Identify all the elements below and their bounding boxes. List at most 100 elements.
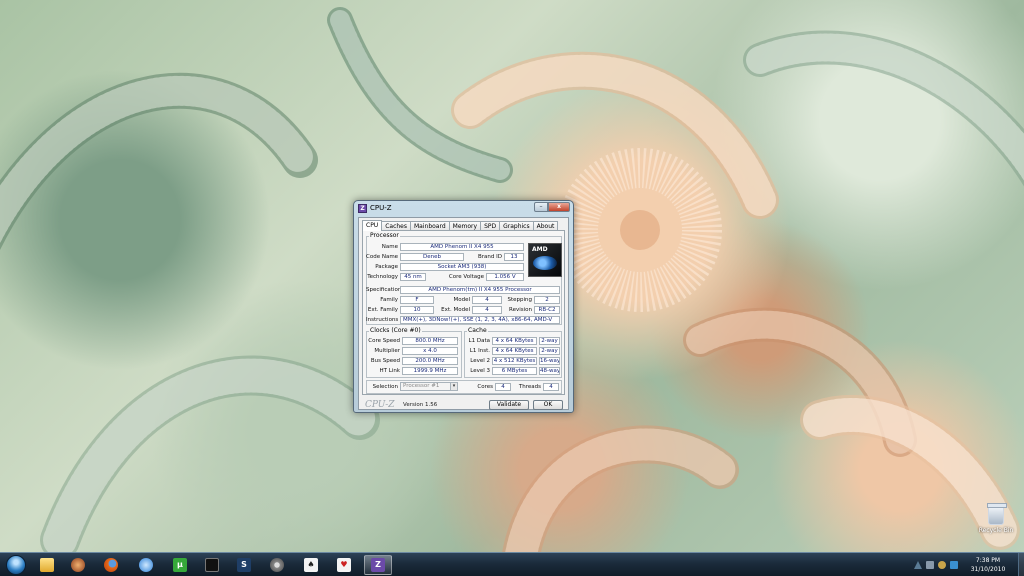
extmodel-label: Ext. Model — [441, 307, 470, 313]
cache-l3-way: 48-way — [539, 367, 560, 375]
taskbar-cpuz[interactable]: Z — [364, 555, 392, 575]
tray-app-icon[interactable] — [950, 561, 958, 569]
technology-label: Technology — [367, 274, 398, 280]
processor-legend: Processor — [370, 232, 399, 239]
phenom-emblem-icon — [533, 256, 557, 270]
amd-phenom-logo: AMD — [528, 243, 562, 277]
model-value: 4 — [472, 296, 502, 304]
cache-l1inst-way: 2-way — [539, 347, 560, 355]
cache-l3-label: Level 3 — [470, 368, 490, 374]
clocks-legend: Clocks (Core #0) — [370, 327, 421, 334]
extfamily-label: Ext. Family — [367, 307, 398, 313]
revision-value: RB-C2 — [534, 306, 560, 314]
close-button[interactable]: x — [548, 202, 570, 212]
cache-l2-size: 4 x 512 KBytes — [492, 357, 537, 365]
threads-value: 4 — [543, 383, 559, 391]
package-label: Package — [375, 264, 398, 270]
taskbar-firefox[interactable] — [97, 555, 125, 575]
version-label: Version 1.56 — [403, 402, 438, 408]
window-client: CPU Caches Mainboard Memory SPD Graphics… — [358, 217, 569, 410]
instructions-label: Instructions — [366, 317, 399, 323]
steam-icon — [205, 558, 219, 572]
volume-icon[interactable] — [926, 561, 934, 569]
instructions-value: MMX(+), 3DNow!(+), SSE (1, 2, 3, 4A), x8… — [400, 316, 560, 324]
utorrent-icon: µ — [173, 558, 187, 572]
notification-icon[interactable] — [938, 561, 946, 569]
processor-select[interactable]: Processor #1 ▾ — [400, 382, 458, 391]
extmodel-value: 4 — [472, 306, 502, 314]
brandid-value: 13 — [504, 253, 524, 261]
extfamily-value: 10 — [400, 306, 434, 314]
cpuz-footer-logo: CPU-Z — [365, 400, 395, 410]
multiplier-label: Multiplier — [374, 348, 400, 354]
revision-label: Revision — [509, 307, 532, 313]
taskbar-steam[interactable] — [198, 555, 226, 575]
cache-l2-way: 16-way — [539, 357, 560, 365]
clock[interactable]: 7:38 PM 31/10/2010 — [968, 556, 1008, 574]
processor-select-value: Processor #1 — [403, 383, 440, 389]
network-icon[interactable] — [914, 561, 922, 569]
show-desktop-button[interactable] — [1018, 553, 1024, 576]
name-value: AMD Phenom II X4 955 — [400, 243, 524, 251]
starcraft-icon: S — [237, 558, 251, 572]
cards-icon: ♥ — [337, 558, 351, 572]
cache-l1inst-size: 4 x 64 KBytes — [492, 347, 537, 355]
htlink-label: HT Link — [379, 368, 400, 374]
cache-l3-size: 6 MBytes — [492, 367, 537, 375]
chevron-down-icon[interactable]: ▾ — [450, 383, 457, 390]
recycle-bin-label: Recycle Bin — [978, 527, 1014, 534]
selection-label: Selection — [372, 384, 398, 390]
taskbar-cards[interactable]: ♥ — [330, 555, 358, 575]
specification-value: AMD Phenom(tm) II X4 955 Processor — [400, 286, 560, 294]
cache-legend: Cache — [468, 327, 487, 334]
amd-logo-text: AMD — [532, 246, 548, 253]
codename-label: Code Name — [366, 254, 399, 260]
taskbar-solitaire[interactable]: ♠ — [297, 555, 325, 575]
system-tray: 7:38 PM 31/10/2010 — [820, 556, 1020, 574]
settings-icon — [270, 558, 284, 572]
cache-l1inst-label: L1 Inst. — [469, 348, 490, 354]
clock-time: 7:38 PM — [975, 557, 1001, 564]
corespeed-label: Core Speed — [368, 338, 400, 344]
cores-value: 4 — [495, 383, 511, 391]
corespeed-value: 800.0 MHz — [402, 337, 458, 345]
taskbar-explorer[interactable] — [33, 555, 61, 575]
cache-l1data-size: 4 x 64 KBytes — [492, 337, 537, 345]
cpu-tab-panel: Processor Name AMD Phenom II X4 955 Code… — [362, 230, 565, 395]
model-label: Model — [453, 297, 470, 303]
taskbar-starcraft[interactable]: S — [230, 555, 258, 575]
cpuz-window: Z CPU-Z – x CPU Caches Mainboard Memory … — [353, 200, 574, 413]
solitaire-icon: ♠ — [304, 558, 318, 572]
family-value: F — [400, 296, 434, 304]
validate-button[interactable]: Validate — [489, 400, 529, 410]
multiplier-value: x 4.0 — [402, 347, 458, 355]
cpuz-app-icon: Z — [358, 204, 367, 213]
ok-button[interactable]: OK — [533, 400, 563, 410]
name-label: Name — [381, 244, 398, 250]
minimize-button[interactable]: – — [534, 202, 548, 212]
corevoltage-value: 1.056 V — [486, 273, 524, 281]
recycle-bin-icon — [987, 503, 1007, 525]
window-title: CPU-Z — [370, 204, 392, 212]
title-bar[interactable]: Z CPU-Z – x — [354, 201, 573, 217]
taskbar: µ S ♠ ♥ Z 7:38 PM 31/10/2010 — [0, 552, 1024, 576]
cache-l2-label: Level 2 — [470, 358, 490, 364]
corevoltage-label: Core Voltage — [448, 274, 484, 280]
taskbar-settings[interactable] — [263, 555, 291, 575]
taskbar-game[interactable] — [64, 555, 92, 575]
package-value: Socket AM3 (938) — [400, 263, 524, 271]
htlink-value: 1999.9 MHz — [402, 367, 458, 375]
taskbar-utorrent[interactable]: µ — [166, 555, 194, 575]
recycle-bin[interactable]: Recycle Bin — [972, 503, 1020, 534]
brandid-label: Brand ID — [478, 254, 502, 260]
taskbar-ie[interactable] — [132, 555, 160, 575]
cores-label: Cores — [477, 384, 493, 390]
stepping-label: Stepping — [507, 297, 532, 303]
firefox-icon — [104, 558, 118, 572]
cpuz-icon: Z — [371, 558, 385, 572]
tab-cpu[interactable]: CPU — [362, 220, 383, 231]
clock-date: 31/10/2010 — [970, 566, 1006, 573]
start-button[interactable] — [6, 555, 26, 575]
explorer-icon — [40, 558, 54, 572]
busspeed-value: 200.0 MHz — [402, 357, 458, 365]
